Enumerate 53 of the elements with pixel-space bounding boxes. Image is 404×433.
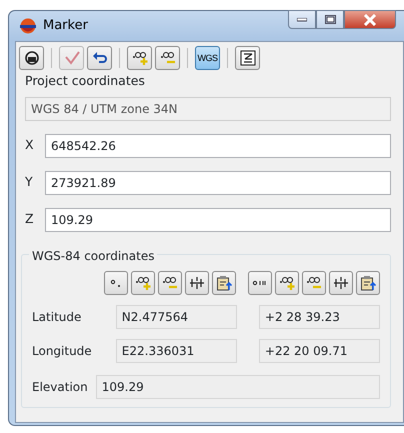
readonly-field: +2 28 39.23 [258, 304, 380, 329]
toolbar-button[interactable] [19, 46, 44, 70]
check-icon [64, 50, 80, 66]
input-field[interactable]: 273921.89 [45, 170, 391, 195]
toolbar-button[interactable]: WGS [195, 46, 220, 70]
field-label: Z [25, 210, 35, 228]
tool-button[interactable] [275, 270, 299, 295]
undo-icon [92, 50, 108, 66]
toolbar-button[interactable] [235, 46, 260, 70]
readonly-field: E22.336031 [116, 338, 237, 363]
tool-button[interactable] [212, 270, 236, 295]
group-title: WGS-84 coordinates [29, 248, 158, 263]
field-label: Y [25, 173, 34, 192]
readonly-field: 109.29 [96, 374, 380, 399]
tool-button[interactable] [185, 270, 209, 295]
field-label: Elevation [32, 378, 88, 396]
field-label: X [25, 136, 35, 154]
window-title: Marker [43, 17, 88, 36]
minimize-button[interactable] [288, 10, 316, 29]
tool-button[interactable] [158, 270, 182, 295]
lock-icon [24, 50, 40, 66]
clipboard-icon [216, 274, 232, 291]
tool-button[interactable] [248, 270, 272, 295]
app-icon [19, 18, 37, 34]
field-label: Latitude [32, 308, 82, 326]
tool-button[interactable] [329, 270, 353, 295]
minimize-icon [297, 18, 307, 22]
close-icon [363, 14, 377, 26]
group-title: Project coordinates [25, 72, 146, 90]
maximize-icon [324, 15, 336, 24]
remove-decimal-icon [162, 274, 178, 291]
tool-button[interactable] [104, 270, 128, 295]
toolbar-button[interactable] [155, 46, 180, 70]
add-decimal-icon [132, 50, 148, 66]
close-button[interactable] [344, 10, 396, 29]
add-decimal-icon [135, 274, 151, 291]
maximize-button[interactable] [316, 10, 344, 29]
input-field[interactable]: 109.29 [45, 208, 391, 232]
readonly-field: N2.477564 [116, 304, 237, 329]
input-field[interactable]: 648542.26 [45, 134, 391, 158]
toolbar-button[interactable] [87, 46, 112, 70]
tool-button[interactable] [131, 270, 155, 295]
tool-button[interactable] [302, 270, 326, 295]
sigma-icon [240, 50, 256, 66]
tool-button[interactable] [356, 270, 380, 295]
remove-decimal-icon [306, 274, 322, 291]
add-decimal-icon [279, 274, 295, 291]
clipboard-icon [360, 274, 376, 291]
projection-field: WGS 84 / UTM zone 34N [25, 96, 391, 121]
field-label: Longitude [32, 342, 93, 360]
readonly-field: +22 20 09.71 [258, 338, 380, 363]
remove-decimal-icon [160, 50, 176, 66]
toolbar-button[interactable] [127, 46, 152, 70]
